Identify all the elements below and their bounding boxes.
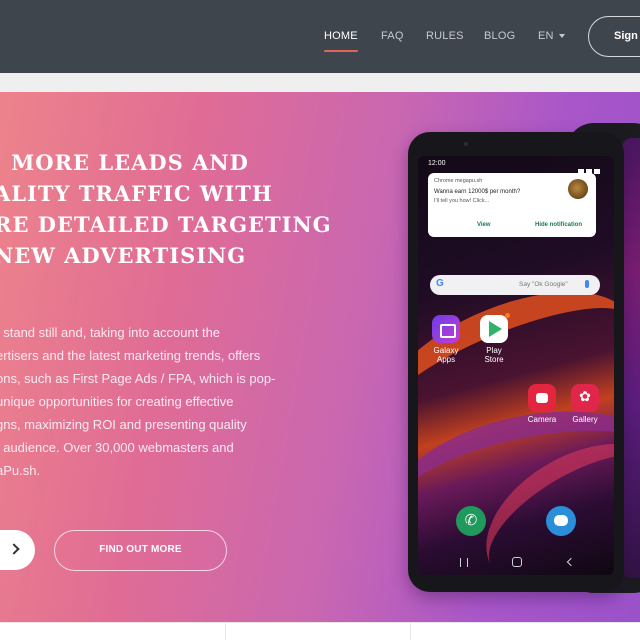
start-arrow-button[interactable] xyxy=(0,530,35,570)
column-divider xyxy=(225,623,226,640)
app-camera: Camera xyxy=(522,384,562,424)
hero-description: t stand still and, taking into account t… xyxy=(0,321,306,482)
caret-down-icon xyxy=(558,34,565,39)
push-notification: Chrome megapu.sh Wanna earn 12000$ per m… xyxy=(428,173,596,237)
notification-title: Wanna earn 12000$ per month? xyxy=(434,189,521,195)
app-galaxy-apps: Galaxy Apps xyxy=(426,315,466,364)
description-line-7: aPu.sh. xyxy=(0,463,41,478)
notification-avatar xyxy=(568,179,588,199)
description-line-4: unique opportunities for creating effect… xyxy=(0,394,234,409)
headline-line-4: NEW ADVERTISING xyxy=(0,243,247,268)
search-hint: Say "Ok Google" xyxy=(519,281,568,288)
recent-apps-icon xyxy=(460,558,468,567)
app-label: Play Store xyxy=(484,346,504,364)
language-label: EN xyxy=(538,30,554,42)
play-store-icon xyxy=(480,313,510,343)
headline-line-2: ALITY TRAFFIC WITH xyxy=(0,181,273,206)
messages-app-icon xyxy=(546,506,576,536)
description-line-1: t stand still and, taking into account t… xyxy=(0,325,221,340)
find-out-more-button[interactable]: FIND OUT MORE xyxy=(54,530,227,571)
status-time: 12:00 xyxy=(428,160,446,167)
phone-screen: 12:00 Chrome megapu.sh Wanna earn 12000$… xyxy=(418,156,614,575)
description-line-6: t audience. Over 30,000 webmasters and xyxy=(0,440,234,455)
android-navigation-bar xyxy=(418,550,614,575)
header-divider-strip xyxy=(0,73,640,92)
camera-icon xyxy=(528,384,556,412)
google-icon: G xyxy=(436,278,444,289)
home-icon xyxy=(512,557,522,567)
notification-hide-button: Hide notification xyxy=(535,222,582,228)
back-phone-screen xyxy=(622,138,640,578)
hero-section: ; MORE LEADS AND ALITY TRAFFIC WITH RE D… xyxy=(0,92,640,622)
nav-faq-link[interactable]: FAQ xyxy=(381,30,404,42)
back-icon xyxy=(566,557,576,567)
nav-rules-link[interactable]: RULES xyxy=(426,30,464,42)
status-icons xyxy=(576,161,606,174)
description-line-5: gns, maximizing ROI and presenting quali… xyxy=(0,417,247,432)
notification-app: Chrome megapu.sh xyxy=(434,178,483,184)
gallery-icon xyxy=(571,384,599,412)
description-line-3: ons, such as First Page Ads / FPA, which… xyxy=(0,371,276,386)
app-label: Galaxy Apps xyxy=(433,346,459,364)
headline-line-3: RE DETAILED TARGETING xyxy=(0,212,332,237)
microphone-icon xyxy=(585,280,589,288)
notification-badge xyxy=(505,313,510,318)
hero-headline: ; MORE LEADS AND ALITY TRAFFIC WITH RE D… xyxy=(0,147,332,271)
features-row xyxy=(0,622,640,640)
app-label: Gallery xyxy=(572,415,598,424)
chevron-right-icon xyxy=(8,543,20,555)
sign-in-button[interactable]: Sign i xyxy=(588,16,640,57)
language-selector[interactable]: EN xyxy=(538,30,565,42)
google-search-bar: G Say "Ok Google" xyxy=(430,275,600,295)
app-label: Camera xyxy=(527,415,557,424)
phone-mockup: 12:00 Chrome megapu.sh Wanna earn 12000$… xyxy=(408,132,624,592)
front-camera-icon xyxy=(464,142,468,146)
phone-app-icon xyxy=(456,506,486,536)
column-divider xyxy=(410,623,411,640)
galaxy-apps-icon xyxy=(432,315,460,343)
nav-blog-link[interactable]: BLOG xyxy=(484,30,515,42)
notification-body: I'll tell you how! Click... xyxy=(434,198,490,204)
headline-line-1: ; MORE LEADS AND xyxy=(0,150,249,175)
description-line-2: ertisers and the latest marketing trends… xyxy=(0,348,261,363)
notification-view-button: View xyxy=(477,222,491,228)
top-navigation: HOME FAQ RULES BLOG EN Sign i xyxy=(0,0,640,73)
nav-home-link[interactable]: HOME xyxy=(324,30,358,52)
app-gallery: Gallery xyxy=(565,384,605,424)
app-play-store: Play Store xyxy=(474,313,514,364)
